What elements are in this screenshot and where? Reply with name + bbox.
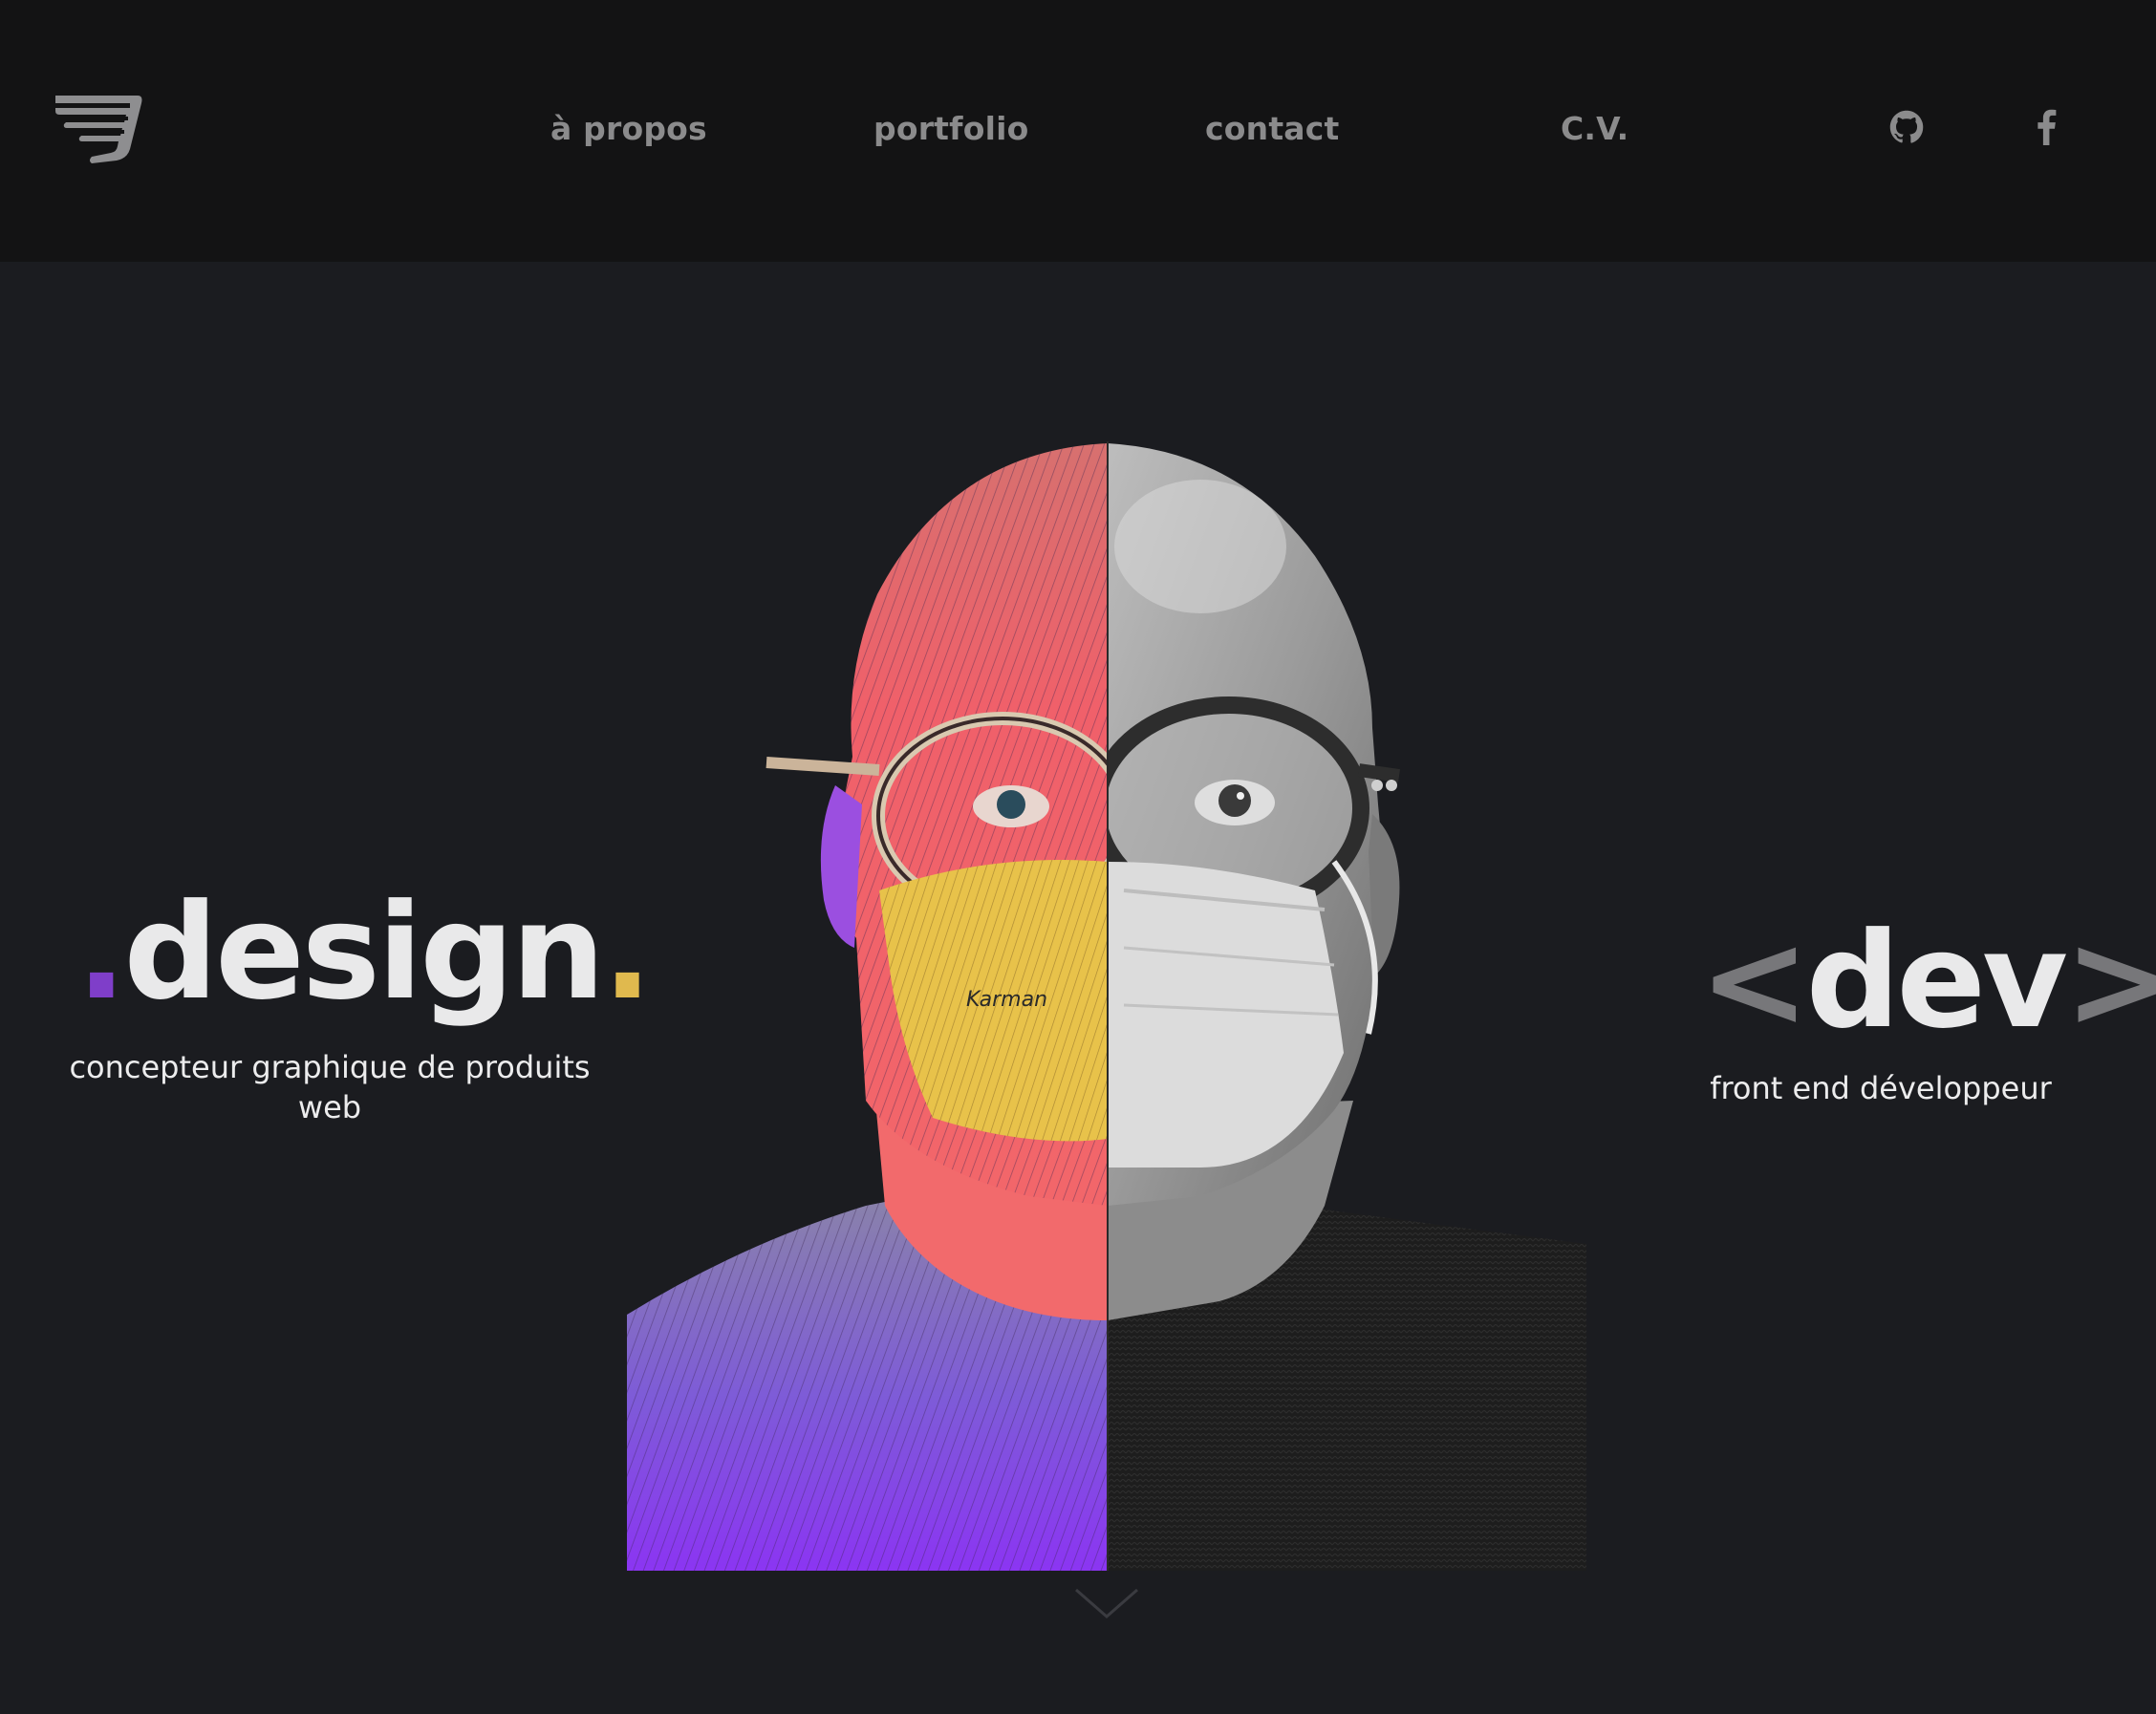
portrait-art-half: Karman [627,443,1108,1571]
dev-heading: <dev> [1699,915,2156,1047]
portrait-photo-half [1108,443,1586,1571]
github-link[interactable] [1883,103,1930,151]
nav-link-cv[interactable]: C.V. [1561,105,1628,153]
nav-link-portfolio[interactable]: portfolio [873,105,1028,153]
design-heading: .design. [76,887,653,1018]
github-icon [1889,110,1924,143]
mask-brand-text: Karman [966,988,1047,1012]
chevron-down-icon[interactable] [1074,1586,1139,1620]
dev-subtitle: front end développeur [1710,1070,2052,1106]
brand-logo-icon [54,96,142,163]
site-header: à propos portfolio contact C.V. [0,0,2156,262]
brand-logo[interactable] [54,94,143,164]
facebook-icon [2037,109,2057,145]
facebook-link[interactable] [2022,103,2070,151]
dev-word: dev [1805,904,2068,1058]
nav-link-contact[interactable]: contact [1205,105,1340,153]
dev-close-bracket: > [2063,904,2156,1058]
design-dot-left: . [76,875,126,1029]
nav-link-apropos[interactable]: à propos [550,105,707,153]
dev-open-bracket: < [1699,904,1810,1058]
page: à propos portfolio contact C.V. .design.… [0,0,2156,1714]
portrait-image: Karman [627,441,1586,1571]
design-subtitle: concepteur graphique de produits web [69,1049,591,1125]
design-word: design [123,875,605,1029]
